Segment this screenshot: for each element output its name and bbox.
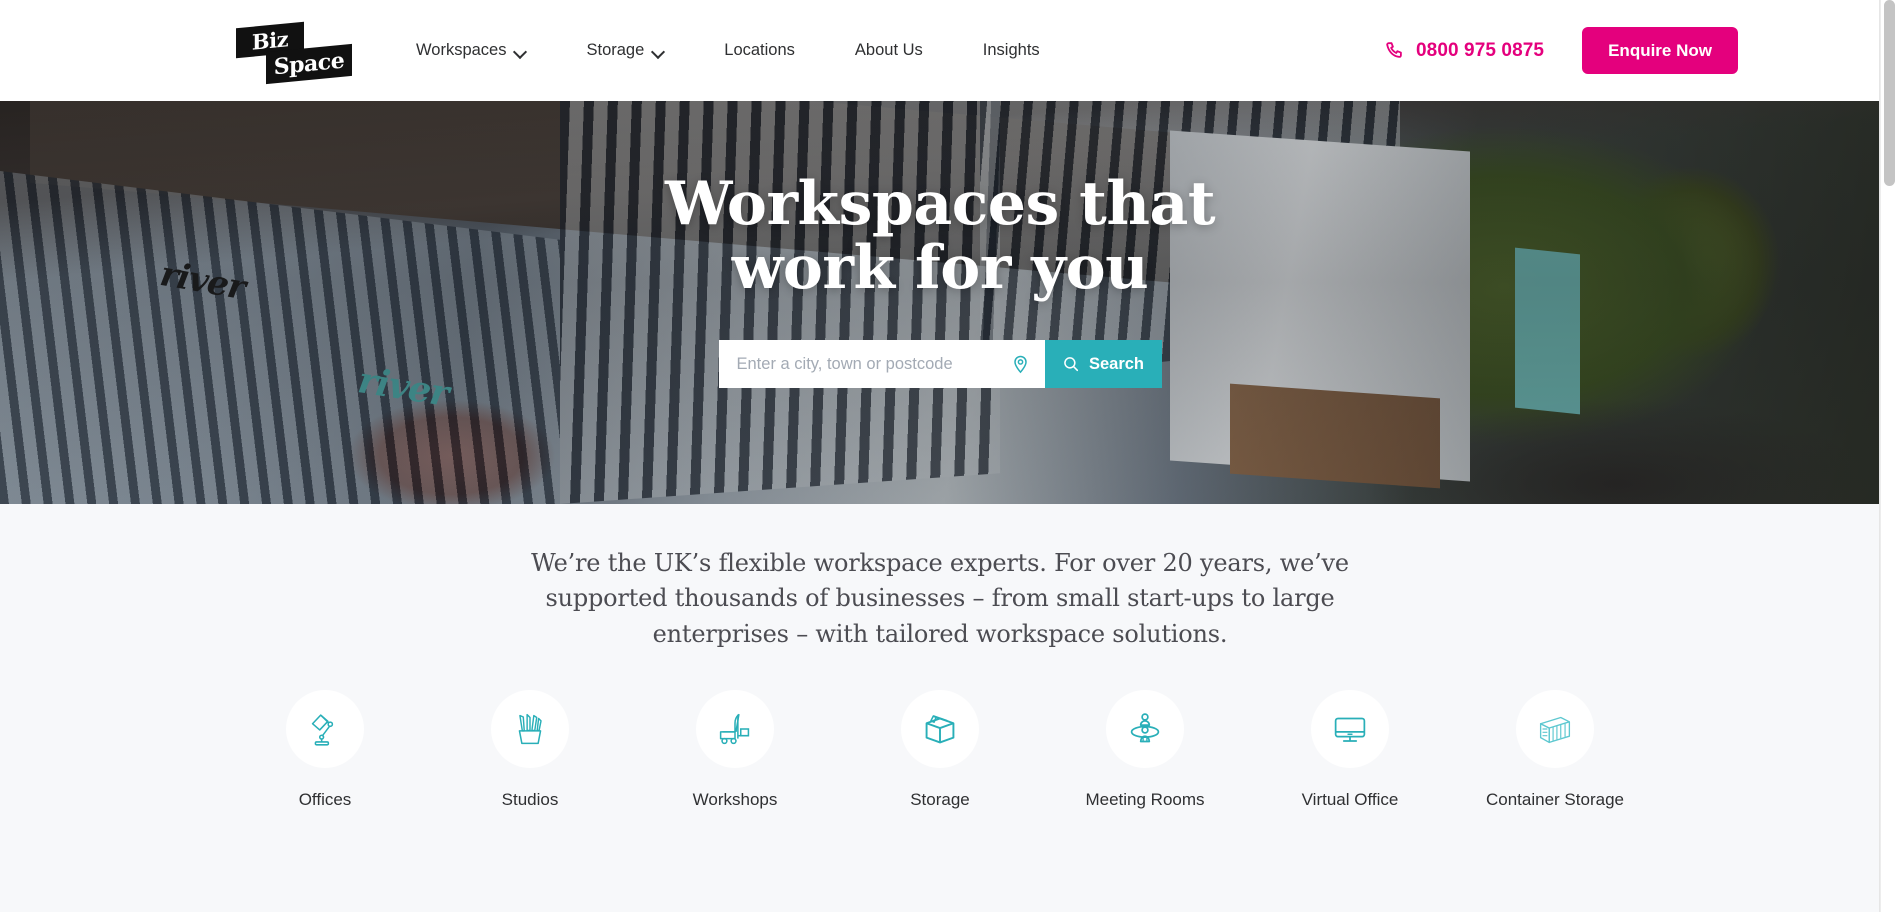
nav-item-locations[interactable]: Locations bbox=[694, 0, 825, 101]
forklift-icon bbox=[719, 713, 750, 745]
logo-space-block: Space bbox=[266, 43, 352, 85]
category-virtual-office[interactable]: Virtual Office bbox=[1248, 690, 1453, 810]
location-search-field[interactable] bbox=[718, 340, 1045, 389]
hero-title: Workspaces that work for you bbox=[665, 172, 1216, 303]
category-studios[interactable]: Studios bbox=[428, 690, 633, 810]
chevron-down-icon bbox=[515, 47, 526, 54]
site-header: Biz Space Workspaces Storage Locations A… bbox=[0, 0, 1880, 101]
phone-number: 0800 975 0875 bbox=[1416, 39, 1545, 61]
search-button-label: Search bbox=[1088, 354, 1145, 373]
nav-label-insights: Insights bbox=[982, 41, 1040, 59]
search-icon bbox=[1064, 357, 1079, 372]
category-label-studios: Studios bbox=[501, 790, 559, 809]
nav-label-about-us: About Us bbox=[854, 41, 923, 59]
meeting-table-icon bbox=[1130, 713, 1160, 743]
nav-label-workspaces: Workspaces bbox=[416, 41, 507, 59]
monitor-icon bbox=[1334, 717, 1366, 742]
box-icon bbox=[925, 715, 955, 744]
phone-icon bbox=[1386, 41, 1402, 58]
hero-content: Workspaces that work for you Search bbox=[0, 101, 1880, 504]
category-icon-wrap bbox=[491, 690, 569, 768]
search-input[interactable] bbox=[736, 354, 1010, 374]
hero-title-line-2: work for you bbox=[731, 232, 1149, 303]
category-storage[interactable]: Storage bbox=[838, 690, 1043, 810]
hero-title-line-1: Workspaces that bbox=[664, 169, 1216, 239]
category-container-storage[interactable]: Container Storage bbox=[1453, 690, 1658, 810]
category-icon-wrap bbox=[1516, 690, 1594, 768]
hero-section: river river Workspaces that work for you bbox=[0, 101, 1880, 504]
category-label-virtual-office: Virtual Office bbox=[1301, 790, 1399, 809]
enquire-now-button[interactable]: Enquire Now bbox=[1582, 27, 1738, 74]
category-label-offices: Offices bbox=[298, 790, 352, 809]
category-icon-wrap bbox=[1106, 690, 1184, 768]
pencil-cup-icon bbox=[518, 713, 542, 745]
main-navigation: Workspaces Storage Locations About Us In… bbox=[410, 0, 1070, 101]
category-icon-wrap bbox=[1311, 690, 1389, 768]
hero-search-bar: Search bbox=[718, 340, 1162, 389]
category-workshops[interactable]: Workshops bbox=[633, 690, 838, 810]
nav-item-insights[interactable]: Insights bbox=[953, 0, 1070, 101]
nav-item-storage[interactable]: Storage bbox=[556, 0, 694, 101]
map-pin-icon[interactable] bbox=[1010, 354, 1031, 375]
category-label-storage: Storage bbox=[910, 790, 970, 809]
shipping-container-icon bbox=[1539, 716, 1571, 744]
logo-space-text: Space bbox=[273, 47, 345, 81]
category-icon-wrap bbox=[901, 690, 979, 768]
category-meeting-rooms[interactable]: Meeting Rooms bbox=[1043, 690, 1248, 810]
bizspace-logo[interactable]: Biz Space bbox=[236, 21, 352, 85]
category-offices[interactable]: Offices bbox=[223, 690, 428, 810]
category-icon-wrap bbox=[696, 690, 774, 768]
category-icon-wrap bbox=[286, 690, 364, 768]
nav-item-about-us[interactable]: About Us bbox=[825, 0, 953, 101]
nav-label-locations: Locations bbox=[724, 41, 795, 59]
vertical-scrollbar[interactable] bbox=[1880, 0, 1897, 912]
logo-biz-text: Biz bbox=[251, 25, 289, 55]
category-label-meeting-rooms: Meeting Rooms bbox=[1085, 790, 1205, 809]
scrollbar-thumb[interactable] bbox=[1884, 0, 1895, 186]
category-label-workshops: Workshops bbox=[692, 790, 778, 809]
category-label-container-storage: Container Storage bbox=[1486, 790, 1624, 809]
header-actions: 0800 975 0875 Enquire Now bbox=[1383, 0, 1863, 101]
intro-paragraph: We’re the UK’s flexible workspace expert… bbox=[531, 549, 1349, 648]
nav-label-storage: Storage bbox=[586, 41, 645, 59]
chevron-down-icon bbox=[653, 47, 664, 54]
search-button[interactable]: Search bbox=[1044, 340, 1162, 389]
phone-link[interactable]: 0800 975 0875 bbox=[1383, 40, 1544, 62]
nav-item-workspaces[interactable]: Workspaces bbox=[410, 0, 556, 101]
desk-lamp-icon bbox=[311, 714, 334, 746]
intro-section: We’re the UK’s flexible workspace expert… bbox=[0, 504, 1880, 652]
category-list: Offices Studios Workshops Storage Meetin… bbox=[0, 690, 1880, 810]
